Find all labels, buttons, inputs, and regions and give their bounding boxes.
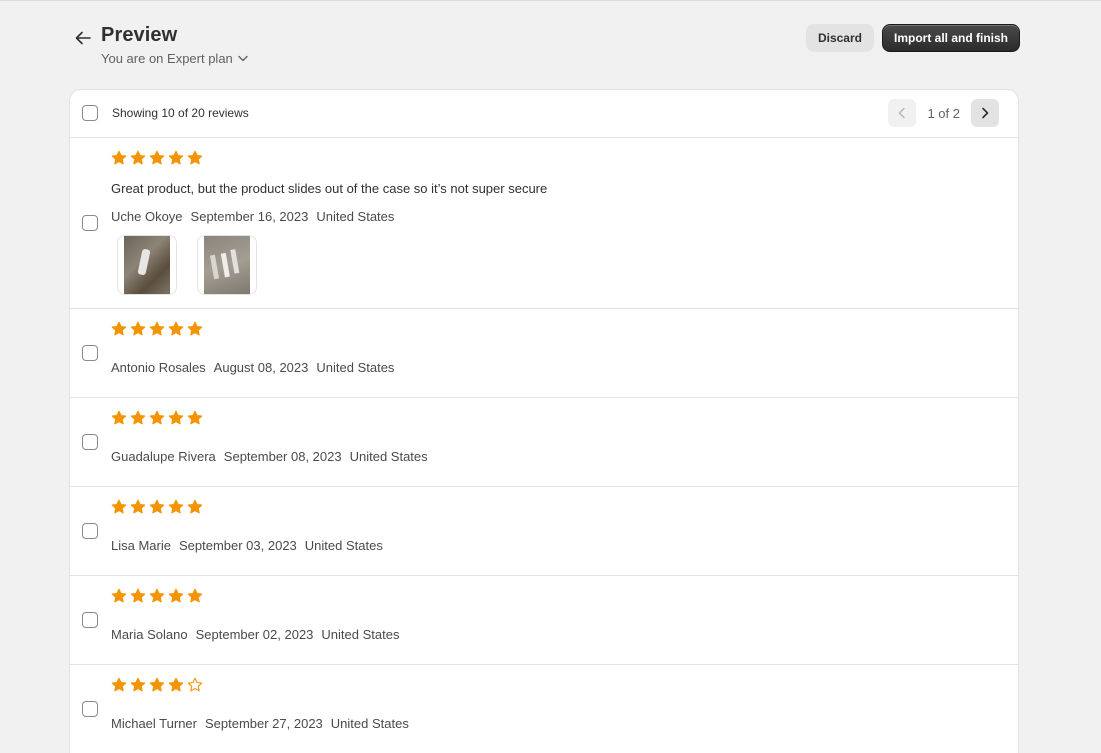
star-filled-icon (130, 321, 146, 336)
page-header: Preview You are on Expert plan Discard I… (74, 23, 1020, 73)
star-filled-icon (187, 150, 203, 165)
chevron-right-icon (982, 107, 989, 119)
star-filled-icon (149, 588, 165, 603)
reviews-list-header: Showing 10 of 20 reviews 1 of 2 (70, 90, 1018, 138)
review-author: Uche Okoye (111, 209, 183, 224)
review-row: Great product, but the product slides ou… (70, 138, 1018, 309)
review-date: September 27, 2023 (204, 716, 323, 731)
review-date: September 02, 2023 (195, 627, 314, 642)
chevron-down-icon (238, 55, 248, 62)
review-checkbox[interactable] (82, 215, 98, 231)
star-filled-icon (187, 410, 203, 425)
reviews-card: Showing 10 of 20 reviews 1 of 2 Great pr… (69, 89, 1019, 753)
pagination: 1 of 2 (888, 99, 999, 127)
review-author: Antonio Rosales (111, 360, 206, 375)
star-rating (111, 150, 203, 166)
showing-count: Showing 10 of 20 reviews (112, 106, 249, 120)
review-text: Great product, but the product slides ou… (111, 181, 548, 196)
review-checkbox[interactable] (82, 612, 98, 628)
plan-selector[interactable]: You are on Expert plan (101, 51, 248, 66)
header-actions: Discard Import all and finish (805, 24, 1020, 52)
star-filled-icon (111, 677, 127, 692)
star-filled-icon (130, 150, 146, 165)
star-filled-icon (168, 150, 184, 165)
star-rating (111, 410, 203, 426)
star-filled-icon (149, 499, 165, 514)
star-filled-icon (149, 410, 165, 425)
review-meta: Michael Turner September 27, 2023 United… (111, 716, 409, 731)
star-filled-icon (111, 410, 127, 425)
select-all-checkbox[interactable] (82, 105, 98, 121)
review-author: Lisa Marie (111, 538, 171, 553)
review-country: United States (316, 360, 395, 375)
review-date: September 03, 2023 (178, 538, 297, 553)
star-rating (111, 588, 203, 604)
star-filled-icon (111, 321, 127, 336)
import-all-button[interactable]: Import all and finish (881, 24, 1020, 52)
star-filled-icon (111, 150, 127, 165)
next-page-button[interactable] (971, 99, 999, 127)
review-row: Maria Solano September 02, 2023 United S… (70, 576, 1018, 665)
star-filled-icon (111, 588, 127, 603)
review-meta: Antonio Rosales August 08, 2023 United S… (111, 360, 394, 375)
star-filled-icon (149, 321, 165, 336)
review-row: Antonio Rosales August 08, 2023 United S… (70, 309, 1018, 398)
star-rating (111, 677, 203, 693)
review-author: Maria Solano (111, 627, 188, 642)
review-checkbox[interactable] (82, 701, 98, 717)
chevron-left-icon (899, 107, 906, 119)
star-filled-icon (187, 321, 203, 336)
review-country: United States (321, 627, 400, 642)
review-date: August 08, 2023 (213, 360, 309, 375)
page-title: Preview (101, 24, 178, 46)
review-row: Lisa Marie September 03, 2023 United Sta… (70, 487, 1018, 576)
review-meta: Maria Solano September 02, 2023 United S… (111, 627, 399, 642)
star-rating (111, 321, 203, 337)
review-checkbox[interactable] (82, 345, 98, 361)
star-filled-icon (149, 150, 165, 165)
star-filled-icon (111, 499, 127, 514)
review-checkbox[interactable] (82, 523, 98, 539)
review-image-thumbnail[interactable] (117, 235, 177, 295)
star-filled-icon (187, 588, 203, 603)
star-filled-icon (130, 410, 146, 425)
star-filled-icon (130, 677, 146, 692)
star-filled-icon (168, 321, 184, 336)
review-photo (204, 236, 250, 294)
star-filled-icon (168, 499, 184, 514)
review-photo (124, 236, 170, 294)
back-button[interactable] (74, 29, 92, 47)
star-filled-icon (187, 499, 203, 514)
previous-page-button[interactable] (888, 99, 917, 127)
review-row: Guadalupe Rivera September 08, 2023 Unit… (70, 398, 1018, 487)
star-filled-icon (168, 677, 184, 692)
plan-label: You are on Expert plan (101, 51, 233, 66)
review-row: Michael Turner September 27, 2023 United… (70, 665, 1018, 753)
discard-button[interactable]: Discard (805, 24, 874, 52)
star-empty-icon (187, 677, 203, 692)
page-indicator: 1 of 2 (927, 105, 960, 121)
star-filled-icon (130, 588, 146, 603)
review-meta: Lisa Marie September 03, 2023 United Sta… (111, 538, 383, 553)
star-filled-icon (130, 499, 146, 514)
review-date: September 16, 2023 (190, 209, 309, 224)
star-filled-icon (168, 588, 184, 603)
review-country: United States (316, 209, 395, 224)
review-author: Michael Turner (111, 716, 197, 731)
review-checkbox[interactable] (82, 434, 98, 450)
review-country: United States (304, 538, 383, 553)
star-filled-icon (168, 410, 184, 425)
review-image-thumbnail[interactable] (197, 235, 257, 295)
review-country: United States (330, 716, 409, 731)
review-country: United States (349, 449, 428, 464)
star-rating (111, 499, 203, 515)
arrow-left-icon (75, 31, 91, 45)
review-meta: Uche Okoye September 16, 2023 United Sta… (111, 209, 394, 224)
review-author: Guadalupe Rivera (111, 449, 216, 464)
review-meta: Guadalupe Rivera September 08, 2023 Unit… (111, 449, 428, 464)
review-date: September 08, 2023 (223, 449, 342, 464)
star-filled-icon (149, 677, 165, 692)
review-images (117, 235, 257, 295)
